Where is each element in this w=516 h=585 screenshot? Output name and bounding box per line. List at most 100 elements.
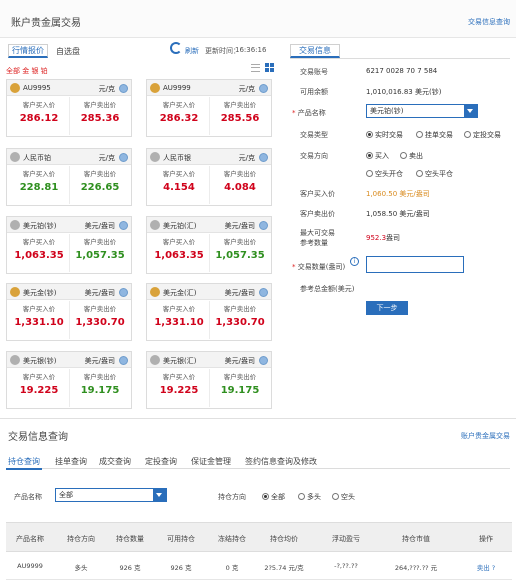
sell-price[interactable]: 1,057.35 [70, 250, 130, 261]
query-product-select[interactable]: 全部 [55, 488, 167, 502]
add-watch-icon[interactable] [259, 84, 268, 93]
quote-card-header: 人民币铂 元/克 [7, 149, 131, 165]
quote-card[interactable]: 美元金(钞) 美元/盎司 客户买入价 客户卖出价 1,331.10 1,330.70 [6, 283, 132, 341]
direction-long-option[interactable]: 多头 [298, 492, 321, 502]
tab-pending-orders[interactable]: 挂单查询 [55, 456, 87, 467]
add-watch-icon[interactable] [259, 153, 268, 162]
buy-label: 客户买入价 [162, 101, 196, 109]
column-header: 可用持仓 [167, 535, 195, 543]
sell-price[interactable]: 226.65 [70, 182, 130, 193]
account-metal-trade-link[interactable]: 账户贵金属交易 [461, 431, 510, 441]
quote-card[interactable]: 人民币铂 元/克 客户买入价 客户卖出价 228.81 226.65 [6, 148, 132, 206]
trade-info-query-link[interactable]: 交易信息查询 [468, 17, 510, 27]
section-divider [0, 418, 516, 419]
list-view-icon[interactable] [251, 64, 260, 72]
add-watch-icon[interactable] [119, 153, 128, 162]
quote-card[interactable]: 美元铂(汇) 美元/盎司 客户买入价 客户卖出价 1,063.35 1,057.35 [146, 216, 272, 274]
quote-card[interactable]: AU9999 元/克 客户买入价 客户卖出价 286.32 285.56 [146, 79, 272, 137]
buy-label: 客户买入价 [162, 170, 196, 178]
column-header: 持仓数量 [116, 535, 144, 543]
add-watch-icon[interactable] [119, 356, 128, 365]
tab-fixed-invest[interactable]: 定投查询 [145, 456, 177, 467]
sell-price[interactable]: 19.175 [210, 385, 270, 396]
sell-price[interactable]: 285.36 [70, 113, 130, 124]
product-unit: 元/克 [238, 85, 255, 93]
buy-price[interactable]: 1,331.10 [9, 317, 69, 328]
buy-price[interactable]: 286.32 [149, 113, 209, 124]
quote-card[interactable]: 人民币银 元/克 客户买入价 客户卖出价 4.154 4.084 [146, 148, 272, 206]
add-watch-icon[interactable] [119, 84, 128, 93]
radio-icon [262, 493, 269, 500]
quote-card-header: 美元金(汇) 美元/盎司 [147, 284, 271, 300]
info-icon[interactable]: i [350, 257, 359, 266]
buy-label: 客户买入价 [162, 305, 196, 313]
product-unit: 美元/盎司 [84, 357, 115, 365]
quote-card[interactable]: 美元铂(钞) 美元/盎司 客户买入价 客户卖出价 1,063.35 1,057.35 [6, 216, 132, 274]
column-header: 冻结持仓 [218, 535, 246, 543]
trade-type-label: 交易类型 [300, 131, 328, 139]
add-watch-icon[interactable] [259, 288, 268, 297]
next-button[interactable]: 下一步 [366, 301, 408, 315]
platinum-coin-icon [150, 220, 160, 230]
update-time-value: 16:36:16 [235, 46, 267, 54]
quote-card[interactable]: 美元金(汇) 美元/盎司 客户买入价 客户卖出价 1,331.10 1,330.70 [146, 283, 272, 341]
metal-filter[interactable]: 全部 金 银 铂 [6, 66, 48, 76]
tab-contract-info[interactable]: 签约信息查询及修改 [245, 456, 317, 467]
query-tabs: 持仓查询 挂单查询 成交查询 定投查询 保证金管理 签约信息查询及修改 [6, 453, 510, 470]
buy-price[interactable]: 1,063.35 [149, 250, 209, 261]
tab-margin[interactable]: 保证金管理 [191, 456, 231, 467]
add-watch-icon[interactable] [119, 288, 128, 297]
direction-short-option[interactable]: 空头 [332, 492, 355, 502]
tab-trade-info[interactable]: 交易信息 [290, 44, 340, 58]
column-header: 持仓市值 [402, 535, 430, 543]
tab-positions[interactable]: 持仓查询 [6, 456, 42, 470]
page-header: 账户贵金属交易 交易信息查询 [0, 0, 516, 38]
product-label: 产品名称 [297, 109, 326, 117]
sell-price[interactable]: 1,330.70 [210, 317, 270, 328]
sell-label: 客户卖出价 [83, 238, 117, 246]
row-action-link[interactable]: 卖出 ? [456, 562, 516, 572]
direction-all-option[interactable]: 全部 [262, 492, 285, 502]
buy-price[interactable]: 286.12 [9, 113, 69, 124]
short-close-option[interactable]: 空头平仓 [416, 169, 453, 179]
sell-price[interactable]: 19.175 [70, 385, 130, 396]
buy-price[interactable]: 19.225 [149, 385, 209, 396]
radio-icon [464, 131, 471, 138]
direction-buy[interactable]: 买入 [366, 151, 389, 161]
add-watch-icon[interactable] [119, 221, 128, 230]
refresh-button[interactable]: 刷新 [185, 46, 199, 56]
buy-price[interactable]: 228.81 [9, 182, 69, 193]
tab-trades[interactable]: 成交查询 [99, 456, 131, 467]
product-select[interactable]: 美元铂(钞) [366, 104, 478, 118]
account-label: 交易账号 [300, 68, 328, 76]
trade-type-realtime[interactable]: 实时交易 [366, 130, 403, 140]
add-watch-icon[interactable] [259, 221, 268, 230]
column-header: 操作 [479, 535, 493, 543]
quote-card-header: 美元银(钞) 美元/盎司 [7, 352, 131, 368]
quote-card[interactable]: 美元银(钞) 美元/盎司 客户买入价 客户卖出价 19.225 19.175 [6, 351, 132, 409]
sell-price-value: 1,058.50 美元/盎司 [366, 210, 430, 218]
quote-card[interactable]: 美元银(汇) 美元/盎司 客户买入价 客户卖出价 19.225 19.175 [146, 351, 272, 409]
short-open-option[interactable]: 空头开仓 [366, 169, 403, 179]
trade-type-fixed[interactable]: 定投交易 [464, 130, 501, 140]
quote-card-header: 美元银(汇) 美元/盎司 [147, 352, 271, 368]
tab-quotes[interactable]: 行情报价 [8, 44, 48, 58]
buy-price[interactable]: 19.225 [9, 385, 69, 396]
grid-view-icon[interactable] [265, 63, 274, 72]
refresh-icon[interactable] [170, 42, 182, 54]
sell-price[interactable]: 4.084 [210, 182, 270, 193]
buy-price[interactable]: 1,331.10 [149, 317, 209, 328]
qty-input[interactable] [366, 256, 464, 273]
buy-price[interactable]: 4.154 [149, 182, 209, 193]
quote-card-header: AU9999 元/克 [147, 80, 271, 96]
quote-card[interactable]: AU9995 元/克 客户买入价 客户卖出价 286.12 285.36 [6, 79, 132, 137]
gold-coin-icon [150, 83, 160, 93]
tab-watchlist[interactable]: 自选盘 [56, 46, 80, 57]
buy-price[interactable]: 1,063.35 [9, 250, 69, 261]
sell-price[interactable]: 1,330.70 [70, 317, 130, 328]
trade-type-order[interactable]: 挂单交易 [416, 130, 453, 140]
sell-price[interactable]: 1,057.35 [210, 250, 270, 261]
sell-price[interactable]: 285.56 [210, 113, 270, 124]
direction-sell[interactable]: 卖出 [400, 151, 423, 161]
add-watch-icon[interactable] [259, 356, 268, 365]
